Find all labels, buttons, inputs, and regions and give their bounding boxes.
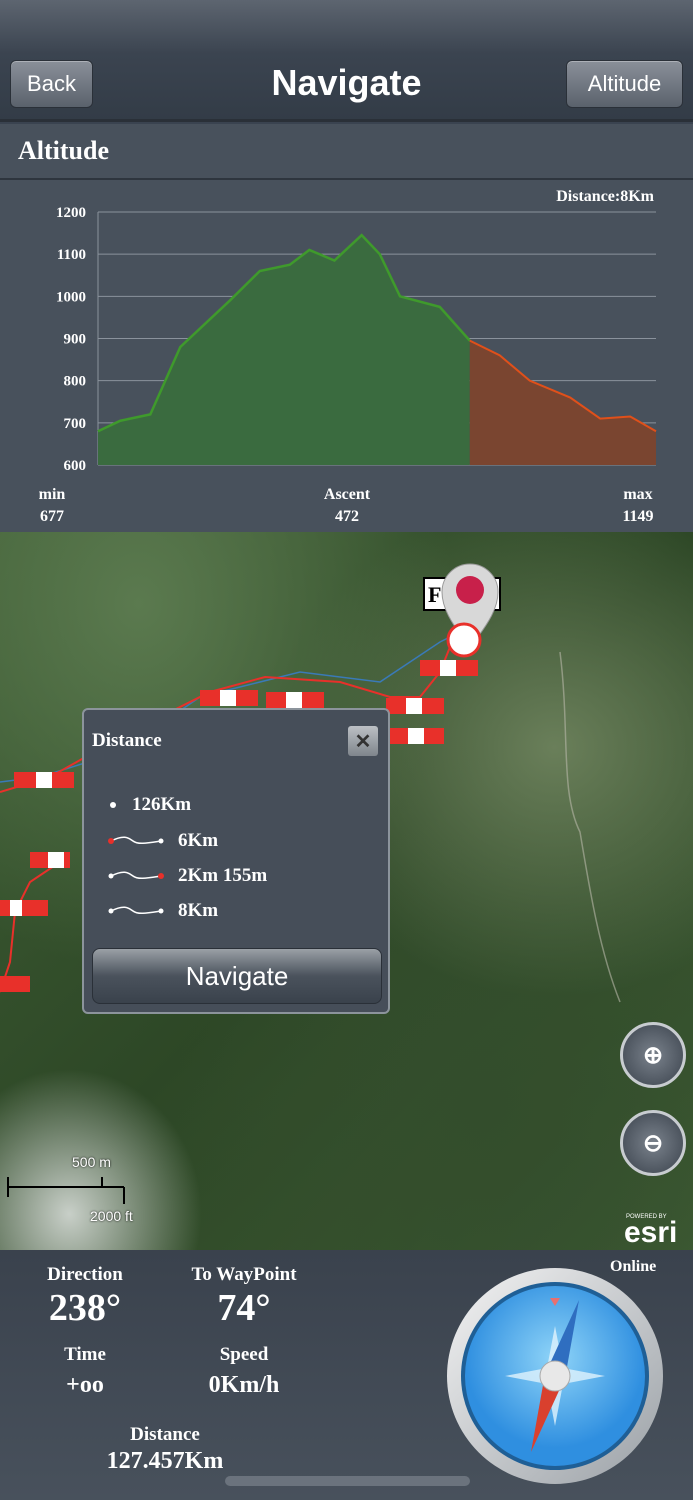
zoom-out-icon: ⊖: [642, 1129, 664, 1157]
y-tick-label: 900: [64, 332, 87, 348]
distance-row: 2Km 155m: [108, 865, 267, 887]
remaining-area: [469, 340, 656, 465]
y-tick-label: 600: [64, 458, 87, 474]
max-value: 1149: [622, 508, 654, 525]
time-label: Time: [64, 1344, 106, 1365]
navigate-button[interactable]: Navigate: [92, 948, 382, 1004]
distance-traveled: 6Km: [178, 830, 219, 851]
scale-metric: 500 m: [72, 1154, 111, 1170]
y-tick-label: 800: [64, 374, 87, 390]
min-value: 677: [40, 508, 64, 525]
distance-remaining: 2Km 155m: [178, 865, 268, 886]
distance-row: 8Km: [108, 900, 218, 922]
zoom-in-icon: ⊕: [642, 1041, 664, 1069]
popup-title: Distance: [92, 730, 162, 751]
distance-total: 126Km: [132, 794, 192, 815]
waypoint-label: To WayPoint: [191, 1264, 297, 1285]
y-tick-label: 1100: [57, 247, 86, 263]
altitude-chart: 600 700 800 900 1000 1100 1200 Distance:8Km: [56, 188, 657, 474]
zoom-out-button[interactable]: ⊖: [620, 1110, 686, 1176]
speed-value: 0Km/h: [208, 1372, 280, 1398]
destination-pin-icon[interactable]: [448, 572, 494, 642]
route-start-icon: [108, 836, 164, 845]
esri-logo: esri: [624, 1216, 678, 1249]
close-icon: ✕: [354, 730, 372, 753]
distance-value: 127.457Km: [106, 1448, 224, 1474]
y-tick-label: 1200: [56, 205, 86, 221]
distance-route: 8Km: [178, 900, 219, 921]
direction-value: 238°: [48, 1287, 122, 1329]
distance-row: 126Km: [108, 794, 191, 816]
min-label: min: [38, 486, 66, 503]
ascent-value: 472: [335, 508, 359, 525]
close-button[interactable]: ✕: [348, 726, 378, 756]
chart-title: Distance:8Km: [556, 188, 654, 205]
y-tick-label: 1000: [56, 289, 86, 305]
direction-label: Direction: [47, 1264, 123, 1285]
traveled-area: [98, 235, 470, 465]
waypoint-marker-label: F: [428, 582, 442, 607]
speed-label: Speed: [219, 1344, 269, 1365]
y-tick-label: 700: [64, 416, 87, 432]
scrollbar[interactable]: [225, 1476, 470, 1486]
altitude-panel: Altitude 600 700 800 900 1000 1100 1200 Distanc…: [0, 124, 693, 532]
dot-icon: [110, 802, 116, 808]
distance-popup: Distance ✕ 126Km 6Km 2Km 155m 8Km Naviga…: [82, 708, 390, 1014]
time-value: +oo: [66, 1372, 104, 1398]
route-end-icon: [108, 871, 164, 880]
navigation-bar: Back Navigate Altitude: [0, 0, 693, 122]
distance-label: Distance: [130, 1424, 200, 1445]
altitude-button[interactable]: Altitude: [566, 60, 683, 108]
distance-row: 6Km: [108, 830, 218, 852]
zoom-in-button[interactable]: ⊕: [620, 1022, 686, 1088]
ascent-label: Ascent: [323, 486, 371, 503]
waypoint-value: 74°: [217, 1287, 271, 1329]
navigation-info-panel: Online Direction 238° To WayPoint 74° Ti…: [0, 1250, 693, 1500]
route-full-icon: [108, 906, 164, 915]
max-label: max: [623, 486, 653, 503]
scale-imperial: 2000 ft: [90, 1208, 133, 1224]
compass-icon: [447, 1268, 663, 1484]
altitude-panel-title: Altitude: [0, 124, 693, 180]
